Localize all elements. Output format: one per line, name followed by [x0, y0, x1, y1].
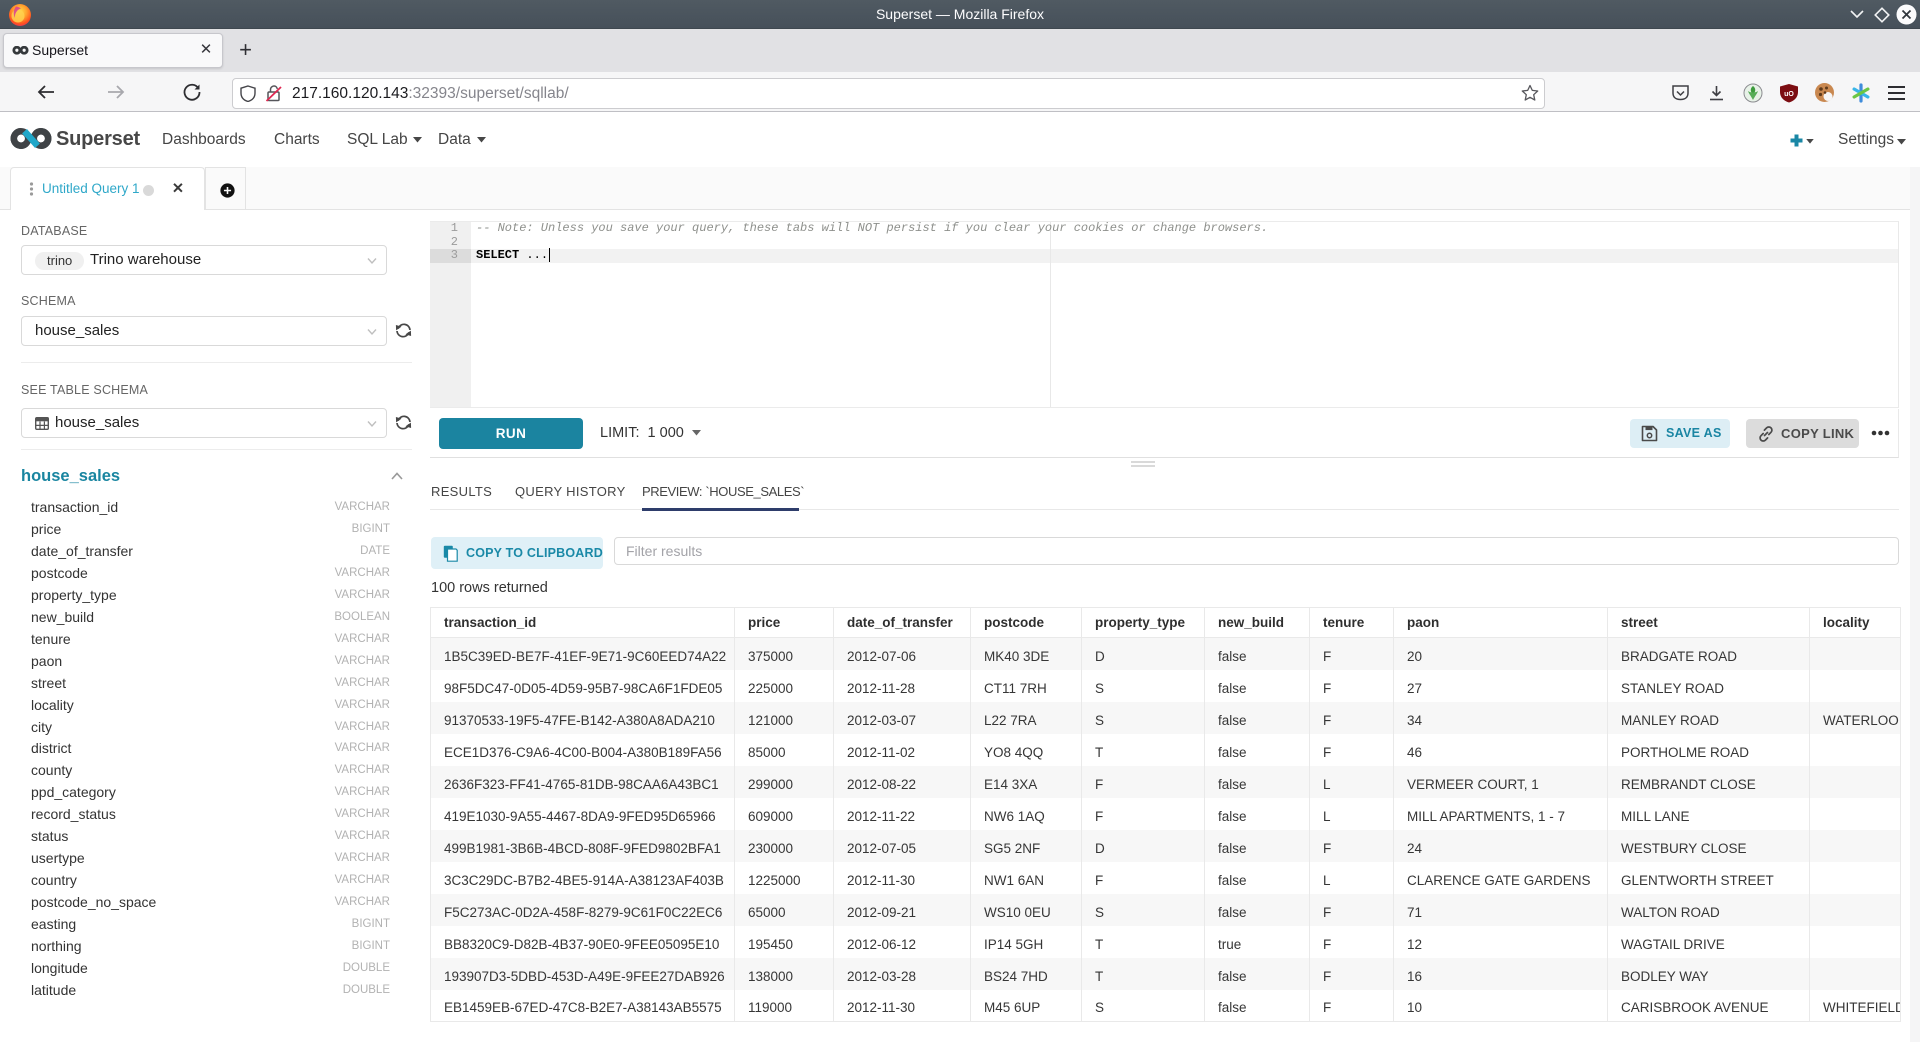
svg-text:uO: uO — [1784, 91, 1794, 98]
